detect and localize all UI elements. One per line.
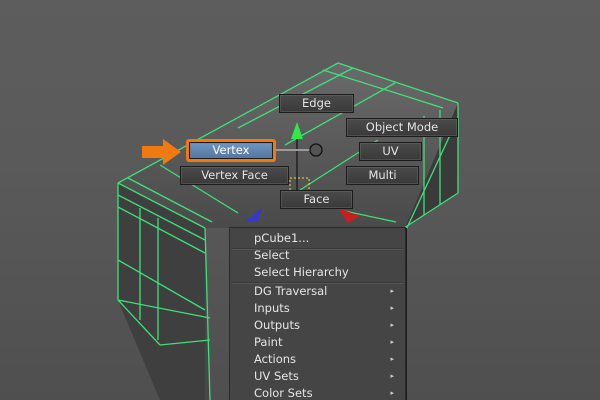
chevron-right-icon: ▸ [390, 321, 394, 329]
edge-button[interactable]: Edge [279, 94, 354, 113]
menu-item-label: Select Hierarchy [254, 265, 349, 279]
menu-item-label: pCube1... [254, 231, 310, 245]
menu-item-inputs[interactable]: Inputs ▸ [230, 300, 405, 317]
object-mode-button[interactable]: Object Mode [346, 118, 458, 137]
uv-button[interactable]: UV [359, 142, 422, 161]
chevron-right-icon: ▸ [390, 372, 394, 380]
chevron-right-icon: ▸ [390, 338, 394, 346]
menu-item-dg-traversal[interactable]: DG Traversal ▸ [230, 283, 405, 300]
menu-item-label: Select [254, 248, 290, 262]
menu-item-label: Outputs [254, 318, 300, 332]
menu-item-color-sets[interactable]: Color Sets ▸ [230, 385, 405, 400]
multi-button[interactable]: Multi [346, 166, 419, 185]
menu-item-label: Inputs [254, 301, 290, 315]
menu-item-paint[interactable]: Paint ▸ [230, 334, 405, 351]
menu-item-outputs[interactable]: Outputs ▸ [230, 317, 405, 334]
marking-menu-center [309, 143, 323, 157]
context-menu: pCube1... Select Select Hierarchy DG Tra… [229, 227, 406, 400]
menu-item-actions[interactable]: Actions ▸ [230, 351, 405, 368]
menu-item-label: DG Traversal [254, 284, 328, 298]
menu-item-label: Actions [254, 352, 297, 366]
vertex-button[interactable]: Vertex [189, 142, 273, 159]
face-button[interactable]: Face [280, 190, 353, 209]
menu-item-select-hierarchy[interactable]: Select Hierarchy [230, 264, 405, 281]
menu-item-uv-sets[interactable]: UV Sets ▸ [230, 368, 405, 385]
chevron-right-icon: ▸ [390, 355, 394, 363]
menu-item-label: UV Sets [254, 369, 299, 383]
chevron-right-icon: ▸ [390, 304, 394, 312]
menu-item-label: Color Sets [254, 386, 313, 400]
vertex-face-button[interactable]: Vertex Face [180, 166, 289, 185]
menu-item-object-name[interactable]: pCube1... [230, 230, 405, 247]
chevron-right-icon: ▸ [390, 389, 394, 397]
menu-item-label: Paint [254, 335, 283, 349]
3d-viewport[interactable]: Edge Object Mode Vertex UV Vertex Face M… [0, 0, 600, 400]
menu-item-select[interactable]: Select [230, 247, 405, 264]
chevron-right-icon: ▸ [390, 287, 394, 295]
